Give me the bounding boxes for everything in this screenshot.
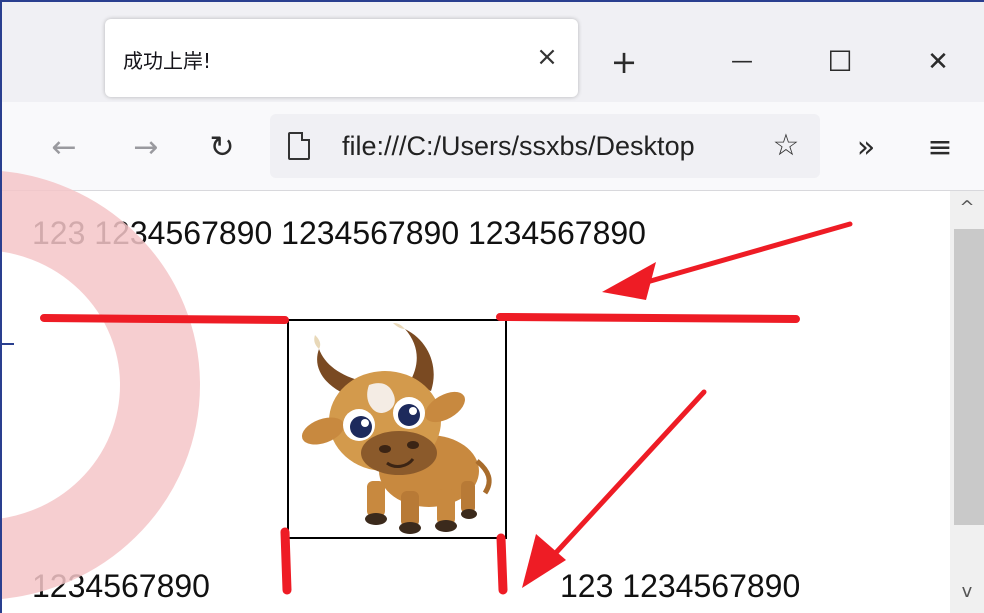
address-bar[interactable]: file:///C:/Users/ssxbs/Desktop ☆ <box>270 114 820 178</box>
overflow-chevron-icon[interactable]: » <box>844 126 888 170</box>
minimize-button[interactable]: — <box>720 42 764 82</box>
scroll-down-icon[interactable]: v <box>950 581 984 602</box>
text-line-top: 123 1234567890 1234567890 1234567890 <box>32 215 646 251</box>
tab-close-icon[interactable]: × <box>529 37 565 77</box>
maximize-button[interactable]: ☐ <box>818 42 862 82</box>
tab-active[interactable]: 成功上岸! × <box>105 19 578 97</box>
reload-icon[interactable]: ↻ <box>200 126 244 170</box>
text-line-left: 1234567890 <box>32 568 210 604</box>
vertical-scrollbar[interactable]: ^ v <box>950 191 984 613</box>
url-text[interactable]: file:///C:/Users/ssxbs/Desktop <box>342 131 762 162</box>
tab-bar: 成功上岸! × + — ☐ ✕ <box>2 2 984 102</box>
page-icon <box>288 132 310 160</box>
scroll-up-icon[interactable]: ^ <box>950 197 984 218</box>
menu-icon[interactable]: ≡ <box>918 126 962 170</box>
tab-title: 成功上岸! <box>123 49 212 73</box>
bookmark-star-icon[interactable]: ☆ <box>766 126 806 166</box>
browser-window: 123 1234567890 1234567890 1234567890 123… <box>0 0 984 613</box>
close-window-button[interactable]: ✕ <box>916 42 960 82</box>
back-arrow-icon[interactable]: ← <box>42 126 86 170</box>
new-tab-button[interactable]: + <box>602 42 646 82</box>
navigation-toolbar: ← → ↻ file:///C:/Users/ssxbs/Desktop ☆ »… <box>2 102 984 191</box>
window-border-left <box>0 0 2 613</box>
bull-image <box>287 319 507 539</box>
window-border-top <box>0 0 984 2</box>
page-content: 123 1234567890 1234567890 1234567890 123… <box>2 191 950 613</box>
bull-illustration <box>301 323 492 534</box>
text-line-right: 123 1234567890 <box>560 568 801 604</box>
scroll-thumb[interactable] <box>954 229 984 525</box>
forward-arrow-icon[interactable]: → <box>124 126 168 170</box>
